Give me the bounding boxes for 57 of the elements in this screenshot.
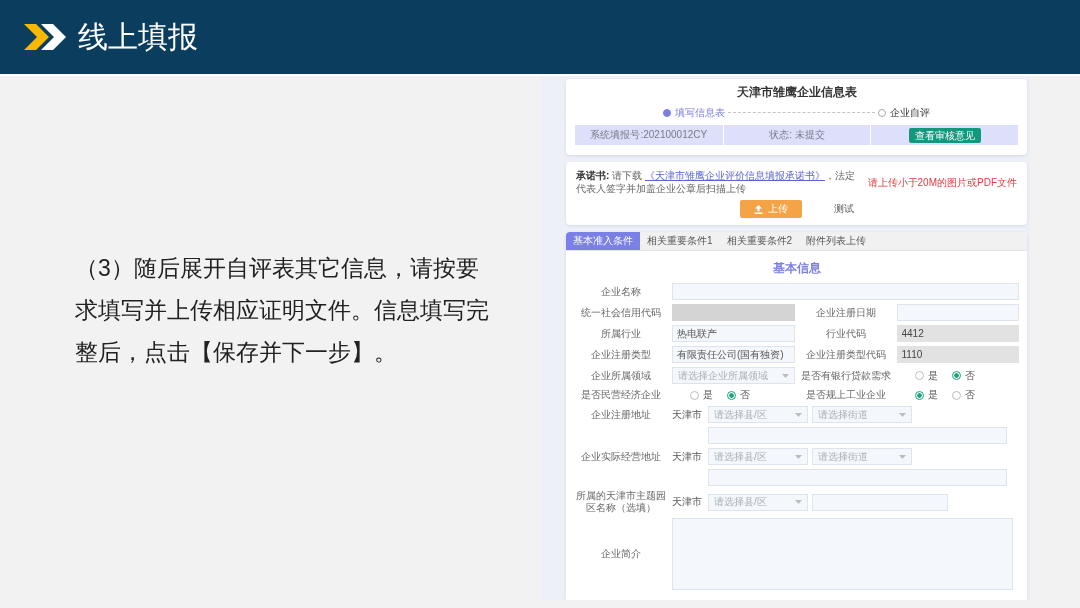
city-text: 天津市 xyxy=(672,407,703,422)
view-review-button[interactable]: 查看审核意见 xyxy=(908,127,981,143)
caret-icon xyxy=(899,454,906,459)
input-field[interactable]: 有限责任公司(国有独资) xyxy=(672,346,795,363)
download-link[interactable]: 《天津市雏鹰企业评价信息填报承诺书》 xyxy=(644,170,825,181)
field-label: 企业注册日期 xyxy=(815,306,876,319)
field-label: 是否规上工业企业 xyxy=(805,389,886,401)
radio-option[interactable]: 是 xyxy=(690,388,713,402)
field-label: 所属行业 xyxy=(601,327,641,340)
slide-body-text: （3）随后展开自评表其它信息，请按要求填写并上传相应证明文件。信息填写完整后，点击【保存并下一步】。 xyxy=(75,254,490,367)
tab[interactable]: 相关重要条件1 xyxy=(640,232,720,250)
input-field[interactable] xyxy=(896,304,1019,321)
upload-hint-text: 请上传小于20M的图片或PDF文件 xyxy=(867,175,1017,189)
input-field[interactable] xyxy=(672,304,795,321)
radio-option[interactable]: 是 xyxy=(914,388,938,402)
field-label: 企业所属领域 xyxy=(591,369,651,382)
field-label: 企业简介 xyxy=(601,548,641,560)
commitment-text: 承诺书: 请下载 《天津市雏鹰企业评价信息填报承诺书》，法定代表人签字并加盖企业公章后扫描上传 xyxy=(576,169,856,195)
step-label: 填写信息表 xyxy=(675,106,725,119)
caret-icon xyxy=(781,373,789,378)
double-chevron-icon xyxy=(24,24,66,50)
caret-icon xyxy=(899,412,906,417)
caret-icon xyxy=(795,500,802,504)
step-label: 企业自评 xyxy=(890,106,930,119)
city-text: 天津市 xyxy=(672,495,703,509)
textarea-field[interactable] xyxy=(672,518,1013,590)
city-text: 天津市 xyxy=(672,449,703,464)
field-label: 是否民营经济企业 xyxy=(581,389,661,401)
form-title: 天津市雏鹰企业信息表 xyxy=(736,85,857,99)
field-label: 企业注册地址 xyxy=(591,408,651,421)
input-field[interactable] xyxy=(812,493,948,511)
caret-icon xyxy=(795,412,802,417)
caret-icon xyxy=(795,454,802,459)
field-label: 统一社会信用代码 xyxy=(581,306,661,319)
report-number-text: 系统填报号:202100012CY xyxy=(590,128,708,142)
upload-icon xyxy=(753,204,763,214)
field-label: 企业注册类型代码 xyxy=(805,348,886,361)
radio-option[interactable]: 是 xyxy=(914,368,938,383)
tab[interactable]: 相关重要条件2 xyxy=(719,232,800,250)
field-label: 企业注册类型 xyxy=(591,348,651,361)
input-field[interactable] xyxy=(672,283,1019,300)
field-label: 行业代码 xyxy=(825,327,866,340)
tab[interactable]: 附件列表上传 xyxy=(799,232,874,250)
radio-option[interactable]: 否 xyxy=(951,368,975,383)
radio-option[interactable]: 否 xyxy=(727,388,750,402)
slide-title: 线上填报 xyxy=(78,19,198,55)
radio-option[interactable]: 否 xyxy=(951,388,975,402)
input-field[interactable] xyxy=(708,427,1007,444)
input-field[interactable]: 热电联产 xyxy=(672,325,795,342)
section-title: 基本信息 xyxy=(772,261,821,275)
field-label: 是否有银行贷款需求 xyxy=(800,369,891,382)
file-name: 测试 xyxy=(833,202,854,216)
input-field[interactable] xyxy=(708,469,1007,486)
field-label: 所属的天津市主题园区名称（选填） xyxy=(575,490,667,514)
field-label: 企业实际经营地址 xyxy=(581,450,661,463)
status-text: 状态: 未提交 xyxy=(769,128,825,142)
field-label: 企业名称 xyxy=(601,285,641,298)
